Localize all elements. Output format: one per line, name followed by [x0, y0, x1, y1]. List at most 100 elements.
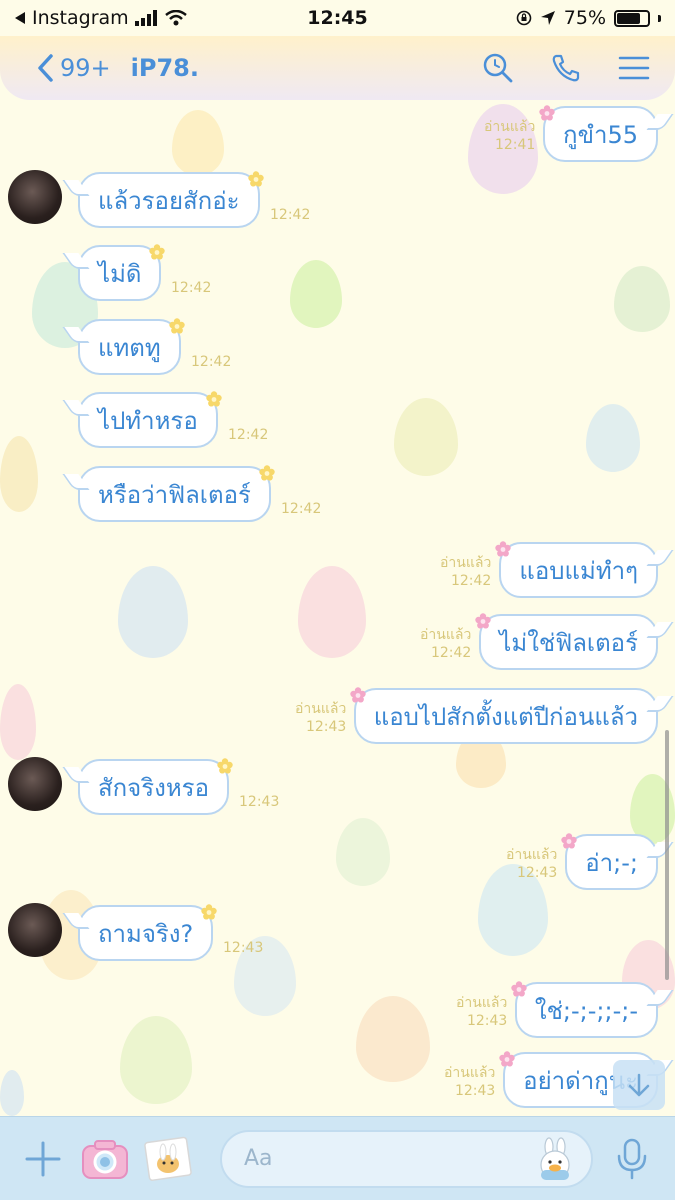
message-meta: 12:43 [223, 939, 263, 957]
back-app-label: Instagram [32, 7, 129, 29]
message-time: 12:43 [305, 719, 347, 735]
outgoing-message-row: ใช่;-;-;;-;- อ่านแล้ว 12:43 [0, 980, 675, 1040]
message-time: 12:42 [450, 573, 492, 589]
message-bubble[interactable]: ไปทำหรอ [78, 391, 222, 448]
message-text: แอบแม่ทำๆ [519, 556, 638, 585]
message-input[interactable]: Aa [220, 1129, 593, 1188]
message-text: แล้วรอยสักอ่ะ [98, 186, 240, 215]
message-meta: 12:42 [191, 353, 231, 371]
search-button[interactable] [481, 51, 515, 85]
message-text: ใช่;-;-;;-;- [534, 996, 638, 1025]
outgoing-message-row: แอบแม่ทำๆ อ่านแล้ว 12:42 [0, 540, 675, 600]
message-bubble[interactable]: แทตทู [78, 318, 185, 375]
avatar[interactable] [8, 170, 62, 224]
message-time: 12:42 [281, 501, 322, 517]
incoming-message-row: แล้วรอยสักอ่ะ 12:42 [0, 170, 675, 230]
phone-icon [552, 54, 580, 82]
message-time: 12:43 [239, 794, 280, 810]
back-to-app[interactable]: Instagram [14, 7, 187, 29]
message-text: สักจริงหรอ [98, 773, 209, 802]
message-time: 12:43 [516, 865, 558, 881]
location-arrow-icon [540, 11, 555, 25]
photo-button[interactable] [142, 1134, 192, 1184]
message-list[interactable]: กูขำ55 อ่านแล้ว 12:41 แล้วรอยสักอ่ะ 12:42 ไม่… [0, 100, 675, 1116]
message-bubble[interactable]: ไม่ใช่ฟิลเตอร์ [475, 613, 658, 670]
message-bubble[interactable]: แล้วรอยสักอ่ะ [78, 171, 264, 228]
battery-icon [614, 9, 650, 27]
message-meta: อ่านแล้ว 12:43 [295, 700, 346, 736]
sticker-icon [540, 1136, 570, 1180]
status-indicators: 75% [516, 7, 661, 29]
flower-decoration-icon [350, 681, 366, 703]
flower-decoration-icon [475, 607, 491, 629]
avatar[interactable] [8, 903, 62, 957]
read-receipt: อ่านแล้ว [456, 995, 508, 1011]
menu-button[interactable] [617, 51, 651, 85]
flower-decoration-icon [499, 1045, 515, 1067]
chat-title[interactable]: iP78. [131, 54, 199, 82]
read-receipt: อ่านแล้ว [420, 627, 472, 643]
sticker-button[interactable] [535, 1136, 575, 1181]
menu-icon [618, 56, 650, 80]
rotation-lock-icon [516, 10, 532, 26]
message-time: 12:43 [223, 940, 264, 956]
photo-icon [144, 1136, 192, 1181]
message-meta: อ่านแล้ว 12:43 [444, 1064, 495, 1100]
plus-icon [25, 1141, 61, 1176]
message-bubble[interactable]: กูขำ55 [539, 105, 658, 162]
microphone-icon [617, 1138, 647, 1179]
message-text: หรือว่าฟิลเตอร์ [98, 480, 251, 509]
flower-decoration-icon [149, 238, 166, 260]
chevron-left-icon [38, 54, 53, 82]
message-bubble[interactable]: ถามจริง? [78, 904, 217, 961]
message-input-placeholder: Aa [244, 1146, 273, 1171]
flower-decoration-icon [539, 99, 555, 121]
voice-button[interactable] [607, 1134, 657, 1184]
scroll-to-bottom-button[interactable] [613, 1060, 665, 1110]
message-time: 12:43 [466, 1013, 508, 1029]
read-receipt: อ่านแล้ว [440, 555, 492, 571]
flower-decoration-icon [259, 459, 275, 481]
message-bubble[interactable]: แอบไปสักตั้งแต่ปีก่อนแล้ว [350, 687, 658, 744]
flower-decoration-icon [511, 975, 527, 997]
status-bar: Instagram 12:45 75% [0, 0, 675, 36]
message-input-bar: Aa [0, 1116, 675, 1200]
back-button[interactable]: 99+ [36, 53, 111, 83]
message-time: 12:41 [494, 137, 536, 153]
cellular-signal-icon [134, 10, 157, 26]
message-bubble[interactable]: หรือว่าฟิลเตอร์ [78, 465, 275, 522]
flower-decoration-icon [247, 165, 264, 187]
flower-decoration-icon [217, 752, 233, 774]
read-receipt: อ่านแล้ว [484, 119, 536, 135]
search-icon [483, 53, 513, 83]
message-bubble[interactable]: แอบแม่ทำๆ [495, 541, 658, 598]
call-button[interactable] [549, 51, 583, 85]
message-text: ไปทำหรอ [98, 406, 198, 435]
message-time: 12:42 [191, 354, 232, 370]
message-text: แอบไปสักตั้งแต่ปีก่อนแล้ว [373, 702, 638, 731]
incoming-message-row: สักจริงหรอ 12:43 [0, 757, 675, 817]
message-time: 12:43 [454, 1083, 496, 1099]
chat-header: 99+ iP78. [0, 36, 675, 100]
incoming-message-row: ไม่ดิ 12:42 [0, 243, 675, 303]
add-button[interactable] [18, 1134, 68, 1184]
avatar[interactable] [8, 757, 62, 811]
camera-button[interactable] [80, 1134, 130, 1184]
message-bubble[interactable]: ใช่;-;-;;-;- [511, 981, 658, 1038]
message-meta: 12:42 [228, 426, 268, 444]
message-meta: อ่านแล้ว 12:42 [420, 626, 471, 662]
message-bubble[interactable]: อ่า;-; [561, 833, 658, 890]
read-receipt: อ่านแล้ว [444, 1065, 496, 1081]
message-meta: อ่านแล้ว 12:43 [456, 994, 507, 1030]
message-text: อ่า;-; [585, 848, 638, 877]
flower-decoration-icon [201, 898, 217, 920]
scrollbar[interactable] [665, 730, 669, 980]
message-meta: 12:42 [281, 500, 321, 518]
flower-decoration-icon [561, 827, 577, 849]
wifi-icon [164, 10, 187, 26]
arrow-down-icon [628, 1073, 650, 1097]
message-bubble[interactable]: สักจริงหรอ [78, 758, 233, 815]
message-meta: 12:42 [171, 279, 211, 297]
read-receipt: อ่านแล้ว [295, 701, 347, 717]
message-bubble[interactable]: ไม่ดิ [78, 244, 166, 301]
